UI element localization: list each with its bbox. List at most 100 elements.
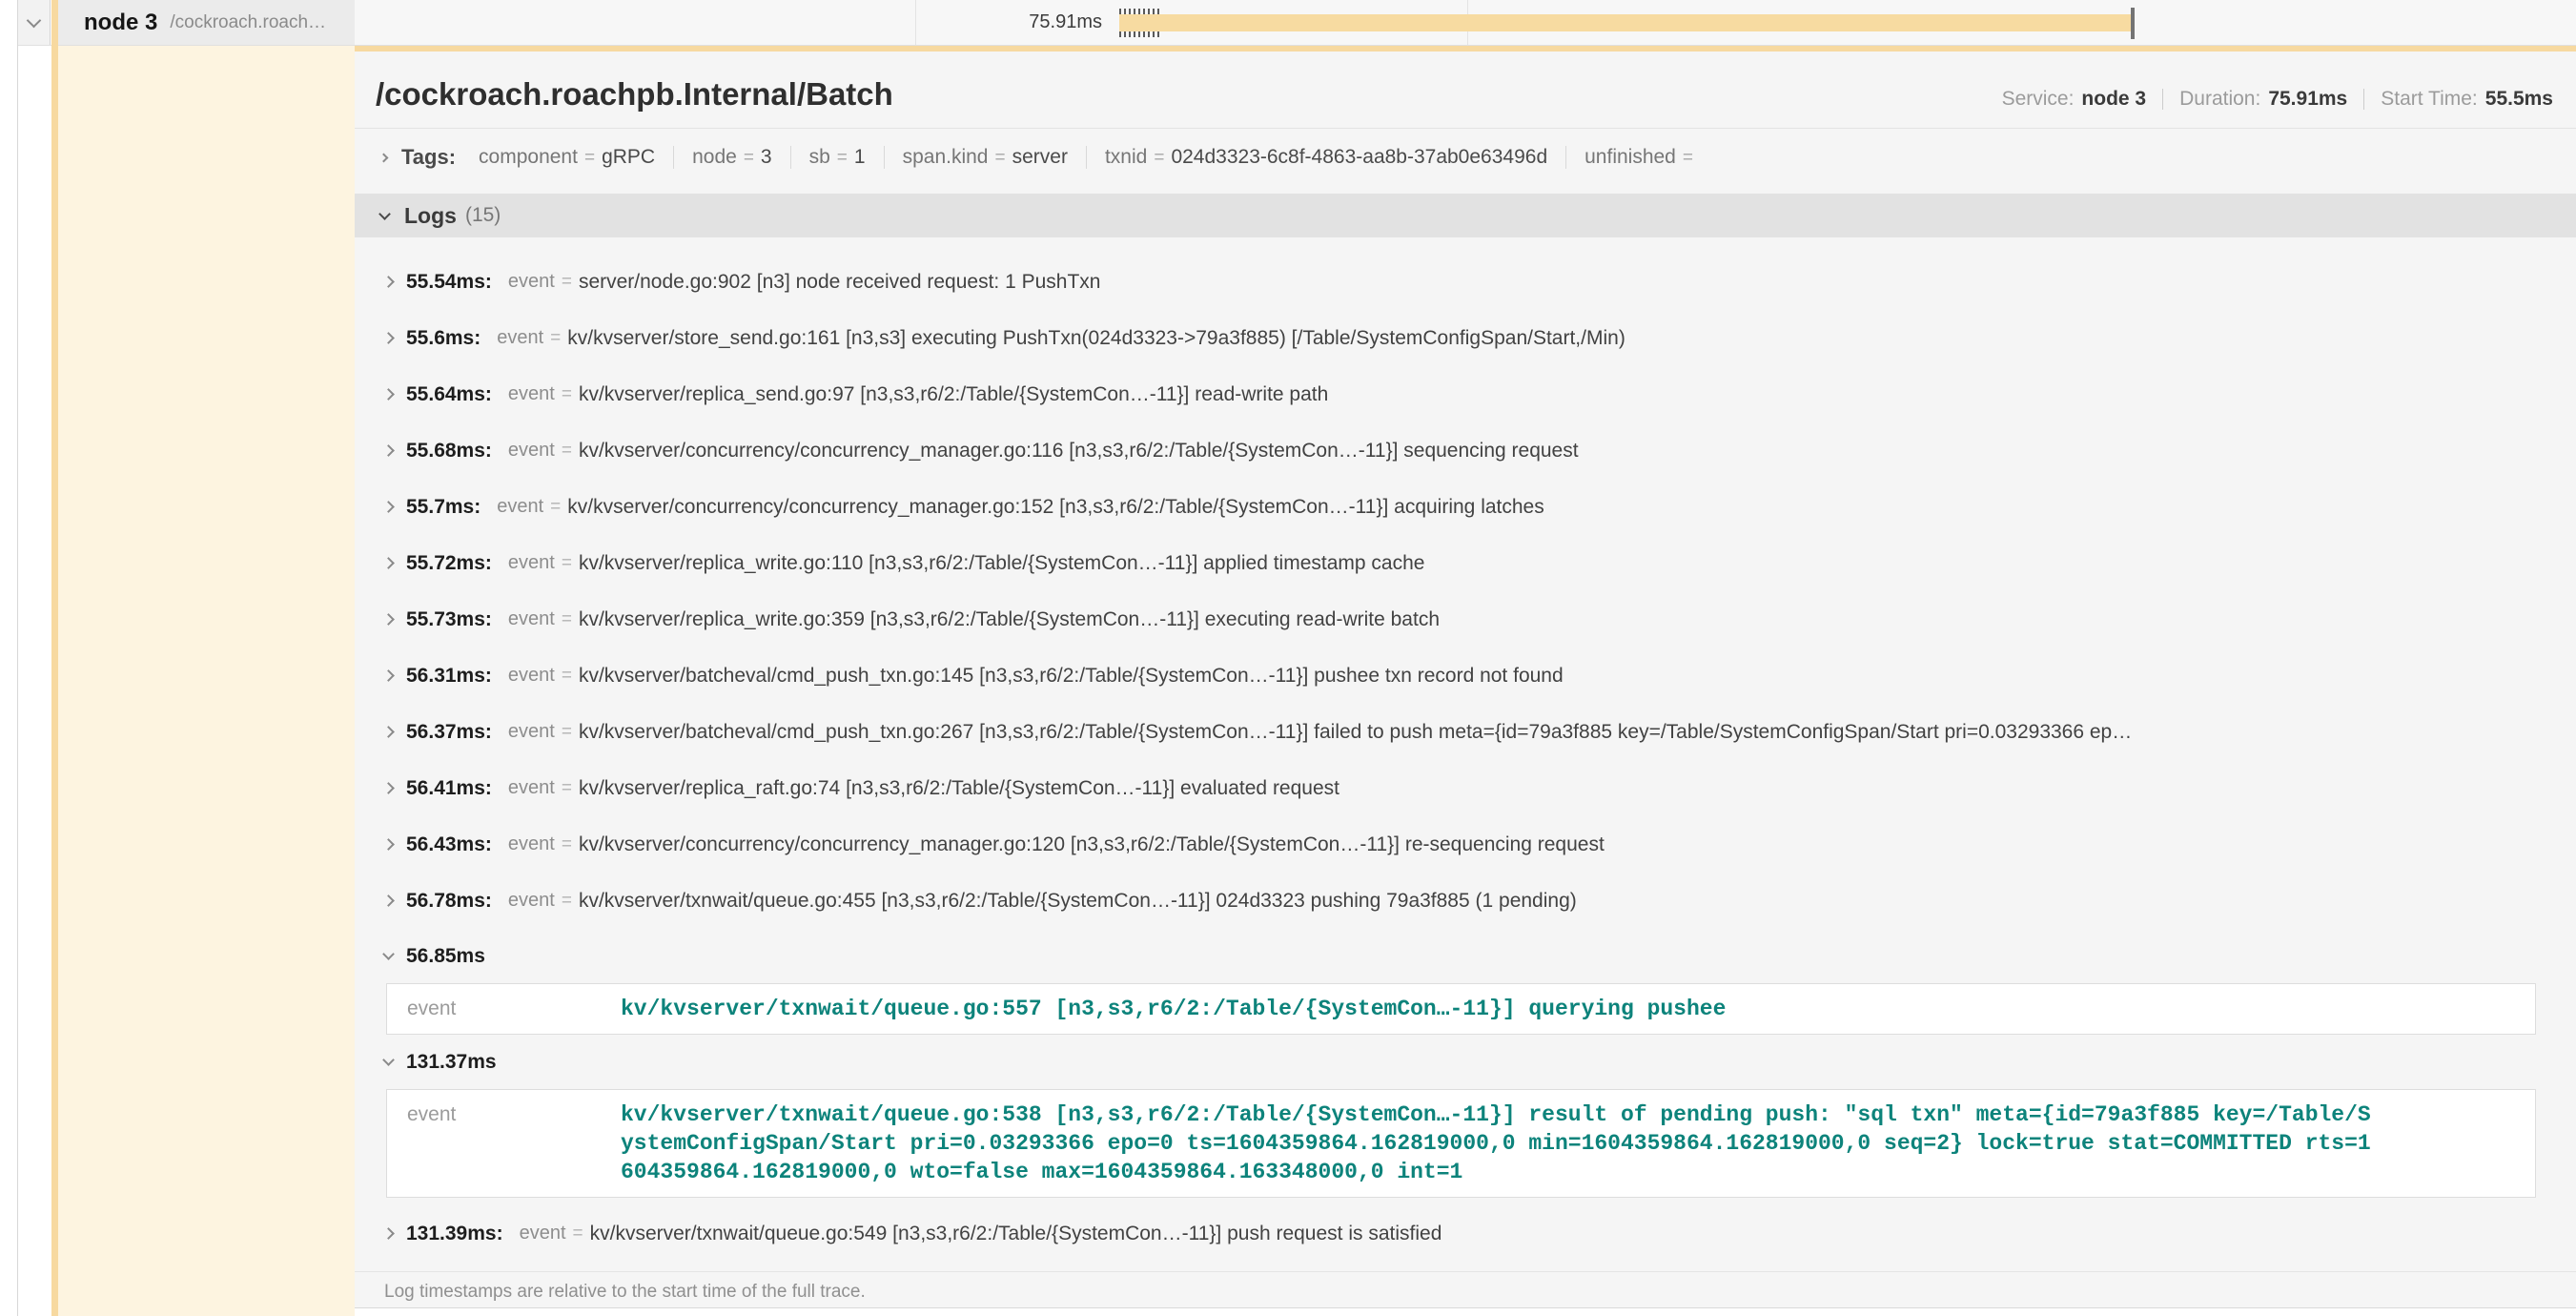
span-row[interactable]: node 3 /cockroach.roach… 75.91ms [18, 0, 2576, 46]
log-field-value: kv/kvserver/replica_send.go:97 [n3,s3,r6… [579, 383, 1328, 406]
meta-value: node 3 [2081, 88, 2146, 111]
log-field-key: event [508, 721, 555, 743]
log-row[interactable]: 55.72ms: event = kv/kvserver/replica_wri… [355, 535, 2576, 591]
tag-value: server [1012, 146, 1068, 169]
log-field-key: event [508, 833, 555, 855]
selected-span-highlight-column [58, 46, 355, 1316]
log-field-key: event [508, 890, 555, 912]
tag-item: span.kind=server [866, 146, 1068, 169]
span-operation-name: /cockroach.roach… [170, 12, 326, 33]
log-row[interactable]: 55.7ms: event = kv/kvserver/concurrency/… [355, 479, 2576, 535]
log-row[interactable]: 55.64ms: event = kv/kvserver/replica_sen… [355, 366, 2576, 422]
log-field-value: kv/kvserver/concurrency/concurrency_mana… [567, 496, 1544, 519]
equals-sign: = [562, 722, 572, 743]
chevron-right-icon [382, 388, 395, 401]
tag-value: 3 [761, 146, 772, 169]
tag-key: sb [809, 146, 830, 169]
chevron-right-icon [382, 444, 395, 457]
chevron-right-icon [382, 726, 395, 738]
logs-footer-note: Log timestamps are relative to the start… [355, 1271, 2576, 1308]
log-field-value: server/node.go:902 [n3] node received re… [579, 271, 1101, 294]
chevron-right-icon [382, 838, 395, 851]
tags-accordian-header[interactable]: Tags: component=gRPC node=3 sb=1 span.ki… [355, 129, 2576, 182]
log-field-value: kv/kvserver/store_send.go:161 [n3,s3] ex… [567, 327, 1625, 350]
log-timestamp: 131.37ms [406, 1051, 497, 1074]
span-duration-label: 75.91ms [927, 11, 1102, 33]
log-timestamp: 56.31ms: [406, 665, 492, 688]
log-timestamp: 55.68ms: [406, 440, 492, 463]
meta-label: Service: [2002, 88, 2075, 111]
operation-title: /cockroach.roachpb.Internal/Batch [376, 76, 893, 113]
equals-sign: = [562, 384, 572, 405]
chevron-right-icon [382, 613, 395, 626]
log-field-key: event [508, 440, 555, 462]
chevron-down-icon [382, 1054, 395, 1066]
chevron-right-icon [382, 669, 395, 682]
log-field-value: kv/kvserver/replica_write.go:110 [n3,s3,… [579, 552, 1425, 575]
log-row-expanded-header[interactable]: 131.37ms [355, 1035, 2576, 1089]
span-name-cell[interactable]: node 3 /cockroach.roach… [51, 0, 355, 45]
log-field-value: kv/kvserver/batcheval/cmd_push_txn.go:26… [579, 721, 2132, 744]
chevron-right-icon [382, 557, 395, 569]
meta-value: 75.91ms [2268, 88, 2347, 111]
span-service-name: node 3 [84, 10, 157, 36]
log-row[interactable]: 56.37ms: event = kv/kvserver/batcheval/c… [355, 704, 2576, 760]
chevron-right-icon [382, 1227, 395, 1240]
equals-sign: = [562, 272, 572, 293]
expanded-log-entry: 56.85ms event kv/kvserver/txnwait/queue.… [355, 929, 2576, 1035]
span-collapse-toggle[interactable] [18, 0, 51, 45]
equals-sign: = [562, 834, 572, 855]
log-field-value: kv/kvserver/txnwait/queue.go:549 [n3,s3,… [590, 1223, 1442, 1245]
log-field-key: event [508, 552, 555, 574]
log-field-value: kv/kvserver/concurrency/concurrency_mana… [579, 833, 1605, 856]
log-field-key: event [387, 995, 621, 1023]
log-row[interactable]: 55.68ms: event = kv/kvserver/concurrency… [355, 422, 2576, 479]
span-meta: Service:node 3 Duration:75.91ms Start Ti… [2002, 88, 2553, 111]
equals-sign: = [562, 666, 572, 687]
log-timestamp: 56.41ms: [406, 777, 492, 800]
meta-item: Service: node 3 [2002, 88, 2147, 111]
log-timestamp: 55.54ms: [406, 271, 492, 294]
log-field-key: event [497, 327, 543, 349]
chevron-right-icon [379, 153, 389, 162]
log-fields-table: event kv/kvserver/txnwait/queue.go:557 [… [386, 983, 2536, 1035]
log-row[interactable]: 56.31ms: event = kv/kvserver/batcheval/c… [355, 648, 2576, 704]
tag-item: node = 3 [655, 146, 772, 169]
tags-list: component=gRPC node=3 sb=1 span.kind=ser… [479, 146, 1700, 169]
tag-key: node [692, 146, 737, 169]
log-field-value: kv/kvserver/batcheval/cmd_push_txn.go:14… [579, 665, 1564, 688]
equals-sign: = [573, 1223, 583, 1244]
span-timeline-cell[interactable]: 75.91ms [355, 0, 2576, 45]
late-log-marker [2131, 8, 2135, 39]
chevron-right-icon [382, 894, 395, 907]
equals-sign: = [562, 553, 572, 574]
meta-item: Start Time:55.5ms [2347, 88, 2553, 111]
log-list: 55.54ms: event = server/node.go:902 [n3]… [355, 237, 2576, 929]
log-row[interactable]: 55.6ms: event = kv/kvserver/store_send.g… [355, 310, 2576, 366]
log-row[interactable]: 131.39ms: event = kv/kvserver/txnwait/qu… [355, 1205, 2576, 1262]
tag-key: txnid [1105, 146, 1147, 169]
chevron-right-icon [382, 782, 395, 794]
log-row[interactable]: 56.41ms: event = kv/kvserver/replica_raf… [355, 760, 2576, 816]
log-timestamp: 55.73ms: [406, 608, 492, 631]
equals-sign: = [550, 328, 561, 349]
log-field-value: kv/kvserver/replica_raft.go:74 [n3,s3,r6… [579, 777, 1339, 800]
log-row[interactable]: 56.78ms: event = kv/kvserver/txnwait/que… [355, 873, 2576, 929]
log-timestamp: 56.43ms: [406, 833, 492, 856]
tag-value: gRPC [602, 146, 655, 169]
span-duration-bar[interactable] [1119, 14, 2132, 31]
log-field-key: event [508, 271, 555, 293]
equals-sign: = [744, 148, 754, 169]
tag-item: sb=1 [772, 146, 866, 169]
equals-sign: = [562, 778, 572, 799]
equals-sign: = [562, 441, 572, 462]
logs-count: (15) [465, 204, 501, 227]
log-fields-table: event kv/kvserver/txnwait/queue.go:538 [… [386, 1089, 2536, 1198]
log-field-value: kv/kvserver/txnwait/queue.go:557 [n3,s3,… [621, 995, 1748, 1023]
log-row[interactable]: 55.73ms: event = kv/kvserver/replica_wri… [355, 591, 2576, 648]
log-row-expanded-header[interactable]: 56.85ms [355, 929, 2576, 983]
log-row[interactable]: 56.43ms: event = kv/kvserver/concurrency… [355, 816, 2576, 873]
logs-accordian-header[interactable]: Logs (15) [355, 194, 2576, 237]
log-row[interactable]: 55.54ms: event = server/node.go:902 [n3]… [355, 254, 2576, 310]
log-field-value: kv/kvserver/txnwait/queue.go:538 [n3,s3,… [621, 1100, 2397, 1186]
